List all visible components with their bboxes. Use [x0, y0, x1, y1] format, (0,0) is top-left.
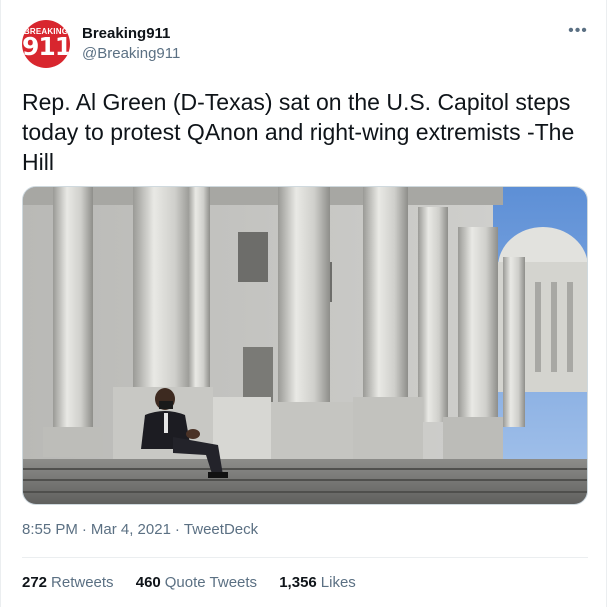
capitol-steps-photo: [23, 187, 587, 504]
divider: [22, 557, 588, 558]
avatar-text-main: 911: [22, 32, 70, 61]
meta-separator: ·: [81, 521, 87, 538]
quote-tweets-label: Quote Tweets: [164, 574, 258, 591]
tweet-date[interactable]: Mar 4, 2021: [91, 521, 171, 538]
likes-label: Likes: [320, 574, 356, 591]
retweets-stat[interactable]: 272 Retweets: [22, 574, 114, 591]
tweet-stats: 272 Retweets 460 Quote Tweets 1,356 Likes: [22, 574, 374, 591]
likes-stat[interactable]: 1,356 Likes: [279, 574, 356, 591]
quote-tweets-stat[interactable]: 460 Quote Tweets: [136, 574, 257, 591]
likes-count: 1,356: [279, 574, 317, 591]
quote-tweets-count: 460: [135, 574, 161, 591]
tweet-source[interactable]: TweetDeck: [184, 521, 258, 538]
author-name[interactable]: Breaking911: [82, 25, 170, 42]
retweets-label: Retweets: [51, 574, 114, 591]
tweet-meta: 8:55 PM · Mar 4, 2021 · TweetDeck: [22, 521, 258, 538]
tweet-text: Rep. Al Green (D-Texas) sat on the U.S. …: [22, 89, 575, 175]
more-icon[interactable]: •••: [567, 23, 589, 42]
meta-separator: ·: [174, 521, 180, 538]
tweet-time[interactable]: 8:55 PM: [22, 521, 78, 538]
tweet-photo[interactable]: [22, 186, 588, 505]
avatar[interactable]: BREAKING 911: [22, 20, 70, 68]
tweet-card: BREAKING 911 Breaking911 @Breaking911 ••…: [0, 0, 607, 607]
author-handle[interactable]: @Breaking911: [82, 45, 180, 62]
retweets-count: 272: [22, 574, 48, 591]
